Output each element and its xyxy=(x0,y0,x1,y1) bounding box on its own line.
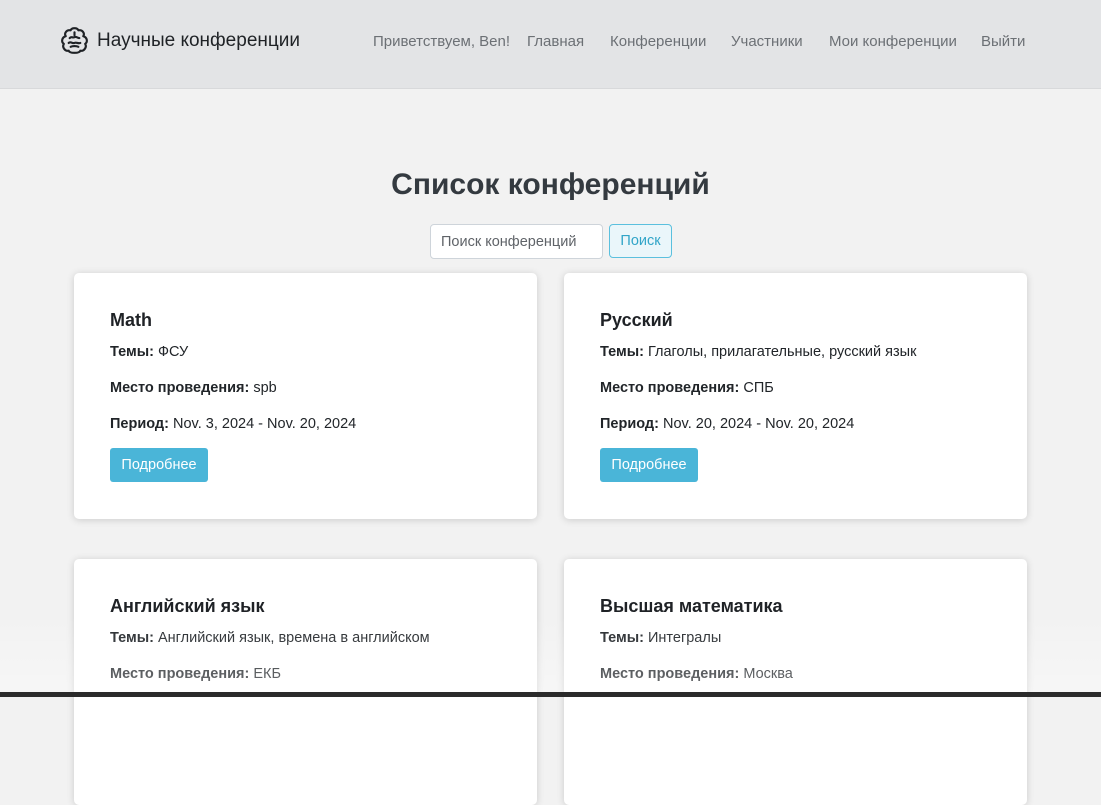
nav-link-participants[interactable]: Участники xyxy=(731,33,803,50)
brand-name: Научные конференции xyxy=(97,30,300,51)
conference-venue: Место проведения: ЕКБ xyxy=(110,664,281,684)
brand-link[interactable]: Научные конференции xyxy=(59,26,300,56)
topics-value: ФСУ xyxy=(157,344,189,360)
conference-topics: Темы: ФСУ xyxy=(110,342,188,362)
search-input[interactable] xyxy=(430,224,603,259)
topics-value: Английский язык, времена в английском xyxy=(157,630,430,646)
search-button[interactable]: Поиск xyxy=(609,224,672,258)
period-value: Nov. 20, 2024 - Nov. 20, 2024 xyxy=(663,416,855,432)
conference-title: Английский язык xyxy=(110,596,265,616)
venue-value: ЕКБ xyxy=(253,666,281,682)
conference-period: Период: Nov. 3, 2024 - Nov. 20, 2024 xyxy=(110,414,356,434)
venue-label: Место проведения: xyxy=(110,380,250,396)
venue-value: Москва xyxy=(743,666,793,682)
brain-logo-icon xyxy=(61,27,88,54)
conference-title: Math xyxy=(110,310,152,330)
venue-value: spb xyxy=(253,380,277,396)
conference-title: Русский xyxy=(600,310,673,330)
venue-label: Место проведения: xyxy=(600,666,740,682)
topics-value: Интегралы xyxy=(647,630,722,646)
details-button[interactable]: Подробнее xyxy=(600,448,698,482)
conference-title: Высшая математика xyxy=(600,596,783,616)
topics-label: Темы: xyxy=(600,344,644,360)
venue-label: Место проведения: xyxy=(110,666,250,682)
nav-link-logout[interactable]: Выйти xyxy=(981,33,1025,50)
conference-topics: Темы: Английский язык, времена в английс… xyxy=(110,628,430,648)
conference-card: Math Темы: ФСУ Место проведения: spb Пер… xyxy=(74,273,537,519)
topics-label: Темы: xyxy=(110,344,154,360)
topics-label: Темы: xyxy=(110,630,154,646)
nav-link-home[interactable]: Главная xyxy=(527,33,584,50)
period-label: Период: xyxy=(110,416,169,432)
conference-venue: Место проведения: spb xyxy=(110,378,277,398)
details-button[interactable]: Подробнее xyxy=(110,448,208,482)
conference-venue: Место проведения: СПБ xyxy=(600,378,774,398)
conference-card: Английский язык Темы: Английский язык, в… xyxy=(74,559,537,805)
topics-value: Глаголы, прилагательные, русский язык xyxy=(647,344,917,360)
conference-topics: Темы: Интегралы xyxy=(600,628,721,648)
nav-link-conferences[interactable]: Конференции xyxy=(610,33,706,50)
conference-card: Русский Темы: Глаголы, прилагательные, р… xyxy=(564,273,1027,519)
window-bottom-edge xyxy=(0,692,1101,697)
period-label: Период: xyxy=(600,416,659,432)
conference-card: Высшая математика Темы: Интегралы Место … xyxy=(564,559,1027,805)
nav-link-my-conferences[interactable]: Мои конференции xyxy=(829,33,957,50)
page-title: Список конференций xyxy=(391,168,710,201)
conference-period: Период: Nov. 20, 2024 - Nov. 20, 2024 xyxy=(600,414,854,434)
period-value: Nov. 3, 2024 - Nov. 20, 2024 xyxy=(173,416,357,432)
venue-label: Место проведения: xyxy=(600,380,740,396)
conference-topics: Темы: Глаголы, прилагательные, русский я… xyxy=(600,342,916,362)
topics-label: Темы: xyxy=(600,630,644,646)
navbar: Научные конференции Приветствуем, Ben! Г… xyxy=(0,0,1101,89)
conference-venue: Место проведения: Москва xyxy=(600,664,793,684)
user-greeting: Приветствуем, Ben! xyxy=(373,33,511,50)
venue-value: СПБ xyxy=(743,380,774,396)
